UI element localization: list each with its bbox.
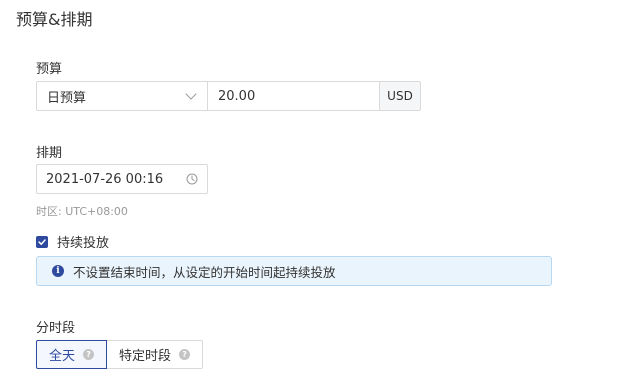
segment-all-day-button[interactable]: 全天 ? (36, 340, 108, 369)
budget-type-value: 日预算 (47, 90, 87, 106)
segment-specific-label: 特定时段 (119, 349, 172, 364)
budget-amount-value: 20.00 (218, 88, 256, 104)
time-segment-toggle: 全天 ? 特定时段 ? (36, 340, 204, 369)
budget-label: 预算 (36, 62, 63, 77)
budget-schedule-panel: 预算&排期 预算 日预算 20.00 USD 排期 2021-07-26 00:… (0, 0, 621, 390)
help-icon[interactable]: ? (83, 349, 95, 360)
currency-addon: USD (380, 81, 421, 111)
currency-label: USD (387, 89, 413, 103)
segment-specific-button[interactable]: 特定时段 ? (107, 340, 204, 369)
chevron-down-icon (185, 88, 197, 100)
continuous-delivery-checkbox-row[interactable]: 持续投放 (36, 232, 109, 251)
start-datetime-value: 2021-07-26 00:16 (46, 171, 164, 187)
time-segment-label: 分时段 (36, 321, 76, 336)
clock-icon (186, 173, 198, 185)
continuous-delivery-label: 持续投放 (57, 236, 110, 251)
budget-input-group: 日预算 20.00 USD (36, 81, 421, 111)
timezone-hint: 时区: UTC+08:00 (36, 205, 128, 218)
continuous-delivery-notice: i 不设置结束时间，从设定的开始时间起持续投放 (36, 256, 552, 286)
continuous-delivery-checkbox[interactable] (36, 235, 48, 248)
budget-amount-input[interactable]: 20.00 (208, 81, 380, 111)
schedule-label: 排期 (36, 146, 63, 161)
budget-type-select[interactable]: 日预算 (36, 81, 208, 111)
segment-all-day-label: 全天 (49, 349, 76, 364)
info-icon: i (52, 265, 64, 277)
section-title: 预算&排期 (16, 10, 93, 29)
checkmark-icon (38, 238, 46, 245)
help-icon[interactable]: ? (179, 349, 191, 360)
notice-text: 不设置结束时间，从设定的开始时间起持续投放 (73, 264, 336, 280)
start-datetime-picker[interactable]: 2021-07-26 00:16 (36, 164, 208, 194)
